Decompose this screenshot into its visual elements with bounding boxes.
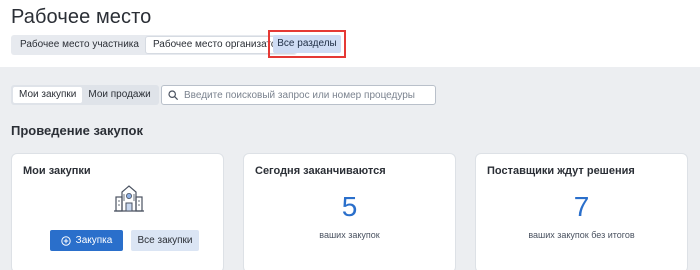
ending-today-caption: ваших закупок [319,230,380,240]
section-title: Проведение закупок [11,123,143,138]
header-panel: Рабочее место Рабочее место участника Ра… [0,0,700,67]
search-input[interactable] [184,89,424,101]
role-switch: Рабочее место участника Рабочее место ор… [11,35,297,55]
plus-circle-icon [60,235,71,246]
search-icon [168,90,178,100]
card-title: Мои закупки [23,165,91,177]
all-sections-button[interactable]: Все разделы [273,35,341,53]
ending-today-count: 5 [341,191,358,222]
role-participant-tab[interactable]: Рабочее место участника [13,37,146,53]
awaiting-decision-caption: ваших закупок без итогов [528,230,635,240]
card-title: Поставщики ждут решения [487,165,635,177]
tab-my-purchases[interactable]: Мои закупки [13,87,83,103]
create-purchase-button[interactable]: Закупка [50,230,123,251]
awaiting-decision-card[interactable]: Поставщики ждут решения 7 ваших закупок … [475,153,688,270]
my-purchases-card: Мои закупки Закупка Все закупки [11,153,224,270]
card-title: Сегодня заканчиваются [255,165,386,177]
page-title: Рабочее место [11,6,152,28]
building-icon [114,185,144,212]
awaiting-decision-count: 7 [573,191,590,222]
ending-today-card[interactable]: Сегодня заканчиваются 5 ваших закупок [243,153,456,270]
purchases-sales-tabs: Мои закупки Мои продажи [11,85,159,105]
highlight-frame: Все разделы [268,30,346,58]
create-purchase-label: Закупка [75,235,113,246]
search-box[interactable] [161,85,436,105]
all-purchases-button[interactable]: Все закупки [131,230,199,251]
tab-my-sales[interactable]: Мои продажи [82,87,156,103]
